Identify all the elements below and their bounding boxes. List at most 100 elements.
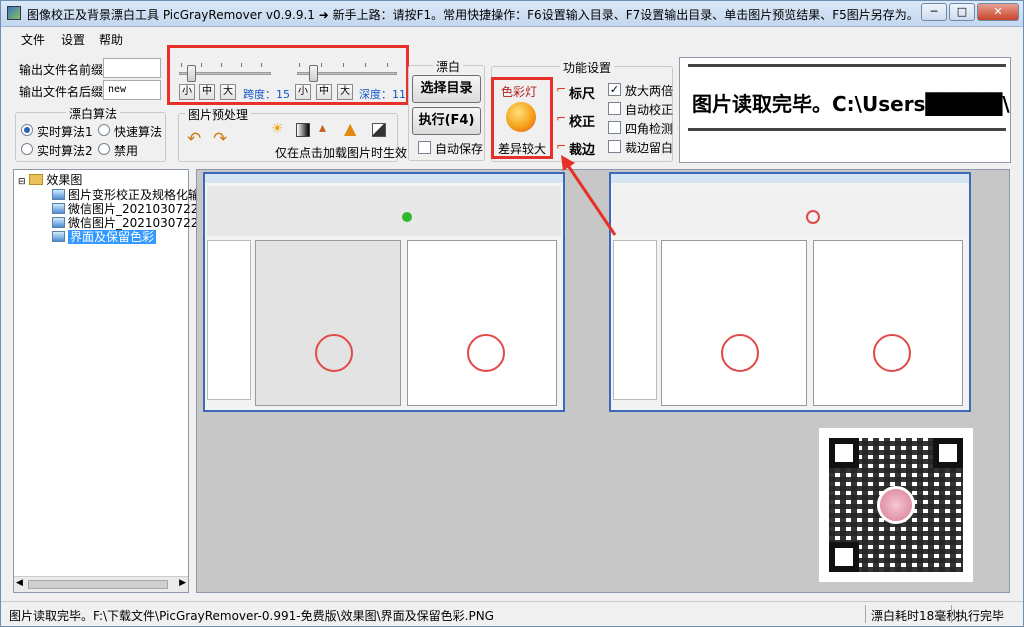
levels-icon[interactable]: ▴ bbox=[319, 120, 326, 136]
tree-item-label: 界面及保留色彩 bbox=[68, 230, 157, 244]
mini-title-bar bbox=[611, 174, 969, 183]
menu-help[interactable]: 帮助 bbox=[99, 31, 123, 48]
window-title: 图像校正及背景漂白工具 PicGrayRemover v0.9.9.1 ➜ 新手… bbox=[27, 8, 919, 22]
mini-toolbar bbox=[207, 186, 561, 236]
depth-small-button[interactable]: 小 bbox=[295, 84, 311, 100]
status-state: 执行完毕 bbox=[956, 609, 1005, 623]
status-time: 漂白耗时18毫秒 bbox=[871, 609, 959, 623]
undo-icon[interactable]: ↶ bbox=[187, 129, 201, 149]
mini-doc-left bbox=[255, 240, 401, 406]
prefix-input[interactable] bbox=[103, 58, 161, 78]
auto-correct-label: 自动校正 bbox=[625, 103, 674, 117]
log-text: 图片读取完毕。C:\Users█████\D bbox=[692, 92, 1011, 116]
algo-label-disable: 禁用 bbox=[114, 144, 139, 158]
depth-value-label: 深度：11 bbox=[359, 88, 406, 101]
mini-stamp bbox=[315, 334, 353, 372]
auto-save-checkbox[interactable] bbox=[418, 141, 431, 154]
mini-doc-right bbox=[813, 240, 963, 406]
tick bbox=[201, 63, 202, 67]
crop-margin-label: 裁边留白 bbox=[625, 141, 674, 155]
redo-icon[interactable]: ↷ bbox=[213, 129, 227, 149]
suffix-input[interactable]: new bbox=[103, 80, 161, 100]
span-value-label: 跨度：15 bbox=[243, 88, 290, 101]
execute-button[interactable]: 执行(F4) bbox=[412, 107, 481, 135]
image-file-icon bbox=[52, 217, 65, 228]
mini-lamp-highlight bbox=[806, 210, 820, 224]
scroll-right-icon[interactable]: ▶ bbox=[179, 578, 186, 588]
app-window: 图像校正及背景漂白工具 PicGrayRemover v0.9.9.1 ➜ 新手… bbox=[0, 0, 1024, 627]
ruler-icon: ⌐ bbox=[556, 82, 567, 96]
enlarge-checkbox[interactable]: ✓ bbox=[608, 83, 621, 96]
qr-logo-icon bbox=[877, 486, 915, 524]
qr-code bbox=[819, 428, 973, 582]
qr-finder bbox=[829, 438, 859, 468]
status-separator bbox=[865, 605, 866, 623]
collapse-icon[interactable]: ⊟ bbox=[18, 177, 26, 187]
prefix-label: 输出文件名前缀 bbox=[19, 63, 104, 77]
log-bottom-line bbox=[688, 128, 1006, 131]
depth-mid-button[interactable]: 中 bbox=[316, 84, 332, 100]
status-message: 图片读取完毕。F:\下载文件\PicGrayRemover-0.991-免费版\… bbox=[9, 609, 494, 623]
tick bbox=[343, 63, 344, 67]
preview-result[interactable] bbox=[609, 172, 971, 412]
status-separator bbox=[951, 605, 952, 623]
scroll-left-icon[interactable]: ◀ bbox=[16, 578, 23, 588]
tick bbox=[321, 63, 322, 67]
algo-label-realtime1: 实时算法1 bbox=[37, 125, 93, 139]
annotation-arrow bbox=[561, 155, 617, 236]
algo-label-fast: 快速算法 bbox=[114, 125, 163, 139]
title-bar[interactable]: 图像校正及背景漂白工具 PicGrayRemover v0.9.9.1 ➜ 新手… bbox=[1, 1, 1023, 27]
maximize-button[interactable]: □ bbox=[949, 3, 975, 21]
tree-item-label: 图片变形校正及规格化输 bbox=[68, 188, 201, 202]
span-mid-button[interactable]: 中 bbox=[199, 84, 215, 100]
triangle-icon[interactable]: ▲ bbox=[344, 119, 356, 138]
tick bbox=[365, 63, 366, 67]
menu-file[interactable]: 文件 bbox=[21, 31, 45, 48]
mini-doc-left bbox=[661, 240, 807, 406]
mini-lamp bbox=[402, 212, 412, 222]
corner-detect-label: 四角检测 bbox=[625, 122, 674, 136]
auto-correct-checkbox[interactable] bbox=[608, 102, 621, 115]
tree-item[interactable]: 图片变形校正及规格化输 bbox=[52, 188, 200, 202]
mini-toolbar bbox=[613, 186, 967, 236]
correct-toggle[interactable]: 校正 bbox=[569, 111, 595, 130]
corner-detect-checkbox[interactable] bbox=[608, 121, 621, 134]
crop-tool-icon[interactable] bbox=[372, 123, 386, 137]
tree-item-selected[interactable]: 界面及保留色彩 bbox=[52, 230, 157, 244]
image-file-icon bbox=[52, 231, 65, 242]
ruler-toggle[interactable]: 标尺 bbox=[569, 83, 595, 102]
bleach-group-title: 漂白 bbox=[433, 58, 464, 75]
menu-settings[interactable]: 设置 bbox=[61, 31, 85, 48]
algo-radio-realtime1[interactable] bbox=[21, 124, 33, 136]
contrast-icon[interactable] bbox=[296, 123, 310, 137]
features-group-title: 功能设置 bbox=[560, 59, 615, 76]
algo-radio-fast[interactable] bbox=[98, 124, 110, 136]
tree-root[interactable]: ⊟ 效果图 bbox=[18, 173, 82, 187]
log-panel: 图片读取完毕。C:\Users█████\D bbox=[679, 57, 1011, 163]
scrollbar-thumb[interactable] bbox=[28, 580, 168, 589]
image-file-icon bbox=[52, 203, 65, 214]
suffix-label: 输出文件名后缀 bbox=[19, 85, 104, 99]
brightness-icon[interactable]: ☀ bbox=[271, 121, 284, 137]
file-tree[interactable]: ⊟ 效果图 图片变形校正及规格化输 微信图片_2021030722590 微信图… bbox=[13, 169, 221, 593]
algo-group-title: 漂白算法 bbox=[66, 105, 121, 122]
app-icon bbox=[7, 6, 21, 20]
tick bbox=[261, 63, 262, 67]
span-slider-thumb[interactable] bbox=[187, 65, 196, 82]
tree-horizontal-scrollbar[interactable]: ◀ ▶ bbox=[14, 576, 188, 592]
algo-radio-disable[interactable] bbox=[98, 143, 110, 155]
depth-large-button[interactable]: 大 bbox=[337, 84, 353, 100]
qr-finder bbox=[933, 438, 963, 468]
select-directory-button[interactable]: 选择目录 bbox=[412, 75, 481, 103]
minimize-button[interactable]: ─ bbox=[921, 3, 947, 21]
preview-original[interactable] bbox=[203, 172, 565, 412]
span-large-button[interactable]: 大 bbox=[220, 84, 236, 100]
tick bbox=[181, 63, 182, 67]
qr-finder bbox=[829, 542, 859, 572]
close-button[interactable]: ✕ bbox=[977, 3, 1019, 21]
depth-slider-thumb[interactable] bbox=[309, 65, 318, 82]
menu-bar: 文件 设置 帮助 bbox=[1, 28, 1023, 50]
algo-radio-realtime2[interactable] bbox=[21, 143, 33, 155]
mini-title-bar bbox=[205, 174, 563, 183]
span-small-button[interactable]: 小 bbox=[179, 84, 195, 100]
